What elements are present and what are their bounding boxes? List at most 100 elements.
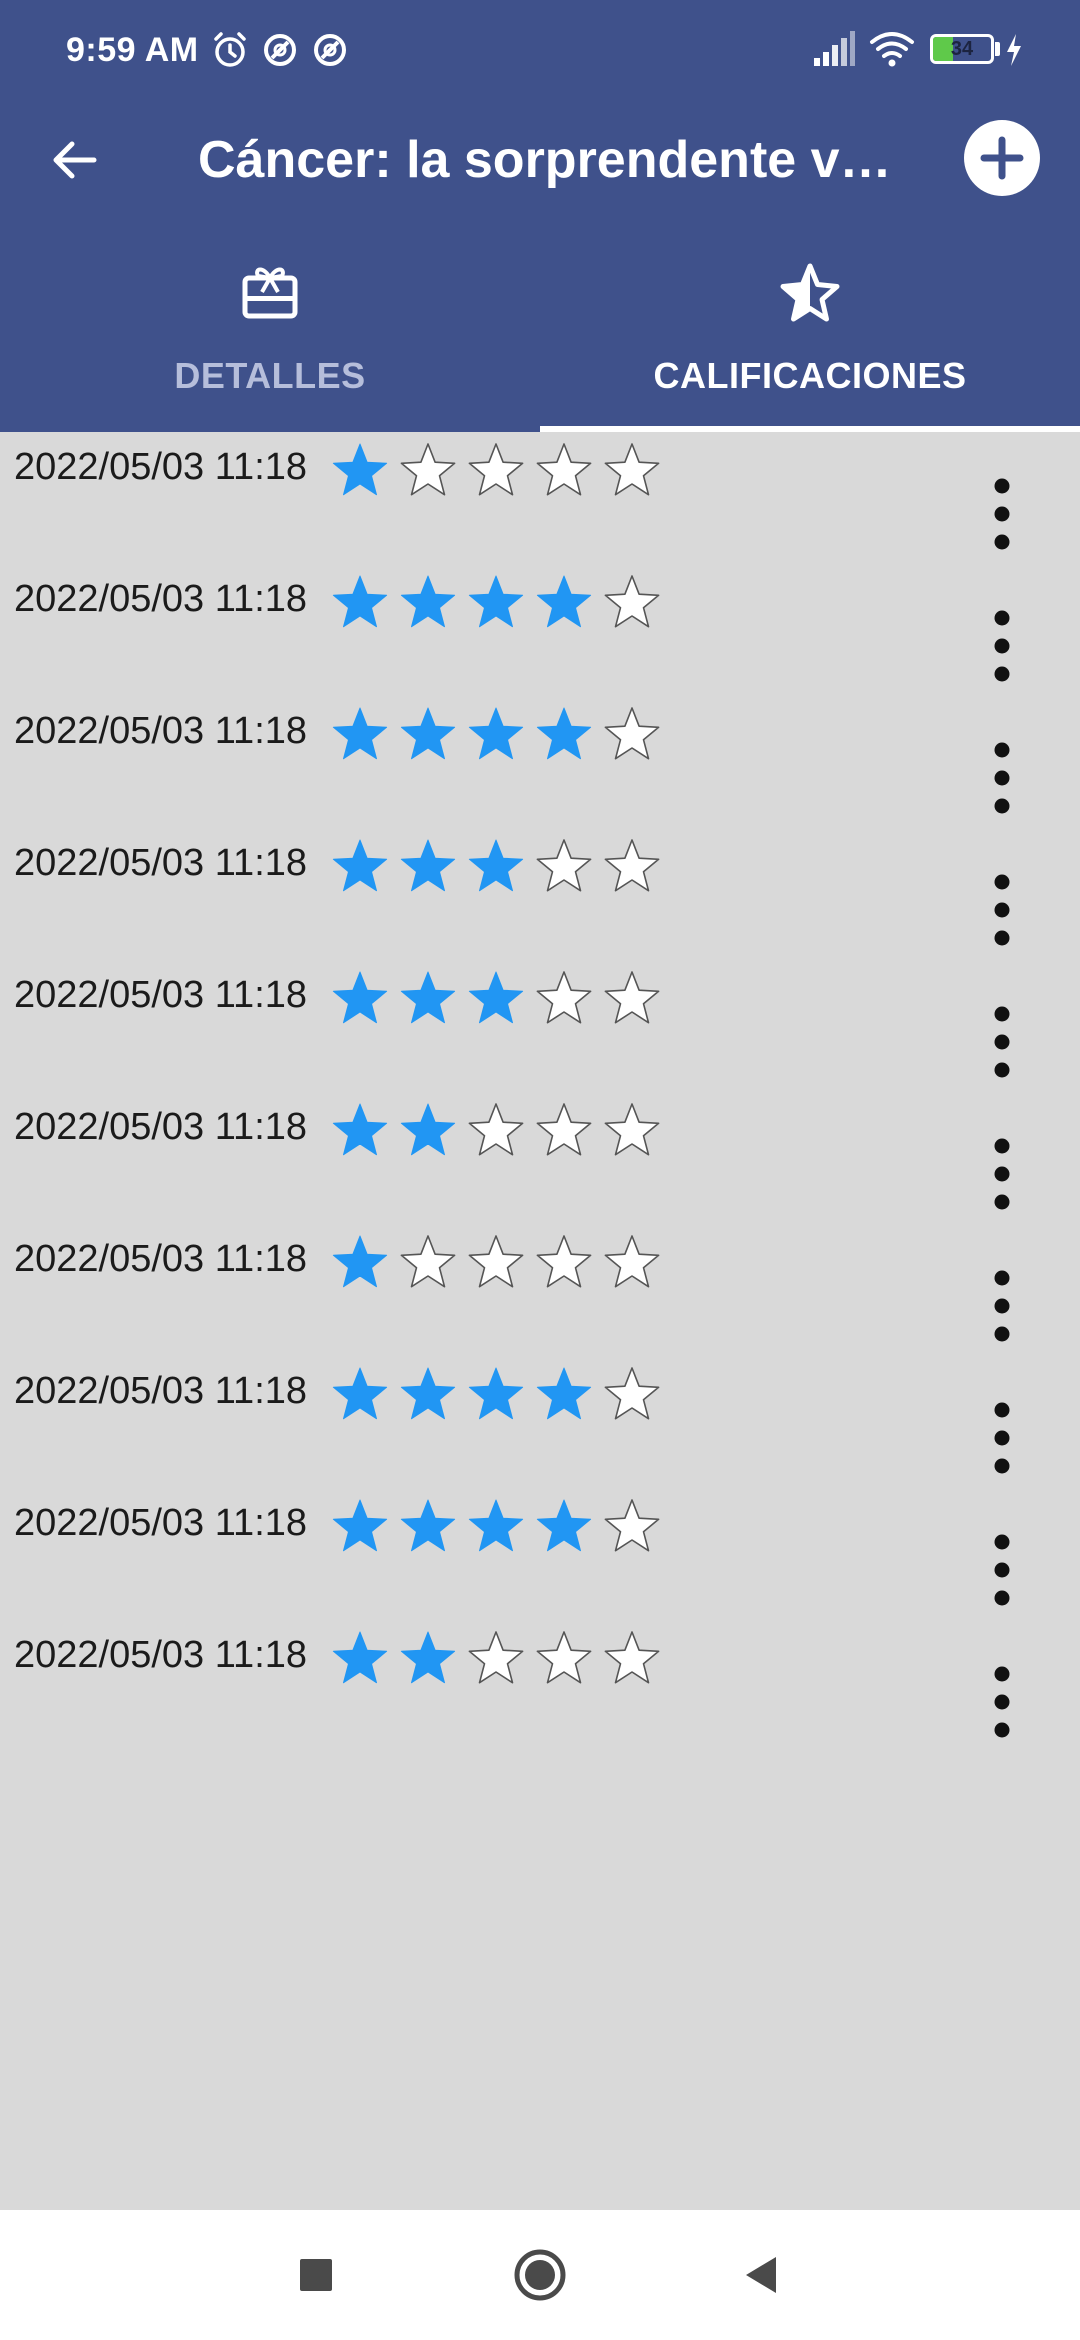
recents-square-icon[interactable]: [286, 2245, 346, 2305]
home-circle-icon[interactable]: [510, 2245, 570, 2305]
tab-bar: DETALLES CALIFICACIONES: [0, 240, 1080, 432]
tab-label: DETALLES: [174, 355, 366, 396]
rating-stars: [332, 1103, 660, 1156]
back-button[interactable]: [30, 116, 118, 204]
star-filled-icon: [536, 575, 592, 628]
star-empty-icon: [468, 1631, 524, 1684]
rating-date: 2022/05/03 11:18: [14, 842, 308, 884]
alarm-icon: [214, 32, 246, 67]
star-filled-icon: [468, 971, 524, 1024]
more-vert-icon[interactable]: [972, 608, 1032, 684]
rating-row[interactable]: 2022/05/03 11:18: [0, 828, 1080, 960]
back-triangle-icon[interactable]: [732, 2245, 792, 2305]
rating-date: 2022/05/03 11:18: [14, 1106, 308, 1148]
star-empty-icon: [468, 443, 524, 496]
more-vert-icon[interactable]: [972, 1268, 1032, 1344]
rating-date: 2022/05/03 11:18: [14, 578, 308, 620]
rating-stars: [332, 707, 660, 760]
star-empty-icon: [604, 971, 660, 1024]
star-filled-icon: [468, 575, 524, 628]
rating-date: 2022/05/03 11:18: [14, 974, 308, 1016]
rating-row[interactable]: 2022/05/03 11:18: [0, 960, 1080, 1092]
rating-stars: [332, 1631, 660, 1684]
rating-stars: [332, 1367, 660, 1420]
tab-detalles[interactable]: DETALLES: [0, 240, 540, 432]
rating-row[interactable]: 2022/05/03 11:18: [0, 1620, 1080, 1752]
rating-stars: [332, 971, 660, 1024]
sync-off-icon: [314, 34, 346, 66]
star-filled-icon: [400, 1103, 456, 1156]
star-half-icon: [780, 263, 840, 322]
wifi-icon: [870, 32, 914, 67]
star-filled-icon: [400, 1367, 456, 1420]
star-empty-icon: [468, 1103, 524, 1156]
star-filled-icon: [332, 1499, 388, 1552]
arrow-back-icon: [53, 141, 97, 179]
more-vert-icon[interactable]: [972, 1532, 1032, 1608]
star-filled-icon: [536, 707, 592, 760]
signal-icon: [814, 31, 855, 66]
rating-date: 2022/05/03 11:18: [14, 1238, 308, 1280]
star-empty-icon: [604, 839, 660, 892]
rating-stars: [332, 839, 660, 892]
status-bar: 9:59 AM 34: [0, 0, 1080, 100]
rating-row[interactable]: 2022/05/03 11:18: [0, 432, 1080, 564]
toolbar: Cáncer: la sorprendente verdad sobre la …: [0, 100, 1080, 220]
rating-date: 2022/05/03 11:18: [14, 1370, 308, 1412]
star-filled-icon: [400, 1499, 456, 1552]
star-empty-icon: [604, 443, 660, 496]
more-vert-icon[interactable]: [972, 1004, 1032, 1080]
status-time: 9:59 AM: [66, 31, 199, 69]
rating-row[interactable]: 2022/05/03 11:18: [0, 1356, 1080, 1488]
more-vert-icon[interactable]: [972, 872, 1032, 948]
more-vert-icon[interactable]: [972, 1400, 1032, 1476]
page-title: Cáncer: la sorprendente verdad sobre la …: [198, 131, 918, 189]
star-empty-icon: [604, 1631, 660, 1684]
battery-icon: 34: [930, 34, 994, 64]
star-filled-icon: [332, 839, 388, 892]
more-vert-icon[interactable]: [972, 476, 1032, 552]
rating-stars: [332, 443, 660, 496]
star-empty-icon: [536, 1235, 592, 1288]
card-giftcard-icon: [242, 267, 298, 319]
add-button[interactable]: [962, 118, 1042, 198]
more-vert-icon[interactable]: [972, 1664, 1032, 1740]
star-filled-icon: [400, 707, 456, 760]
battery-level-text: 34: [950, 38, 974, 60]
star-empty-icon: [536, 971, 592, 1024]
rating-row[interactable]: 2022/05/03 11:18: [0, 1224, 1080, 1356]
more-vert-icon[interactable]: [972, 740, 1032, 816]
star-filled-icon: [400, 1631, 456, 1684]
rating-row[interactable]: 2022/05/03 11:18: [0, 1092, 1080, 1224]
star-empty-icon: [400, 1235, 456, 1288]
star-empty-icon: [536, 839, 592, 892]
system-nav-bar: [0, 2210, 1080, 2340]
star-empty-icon: [604, 1103, 660, 1156]
star-filled-icon: [400, 575, 456, 628]
star-filled-icon: [400, 971, 456, 1024]
star-empty-icon: [604, 1499, 660, 1552]
rating-stars: [332, 1235, 660, 1288]
star-empty-icon: [604, 1367, 660, 1420]
star-filled-icon: [468, 707, 524, 760]
tab-label: CALIFICACIONES: [653, 355, 967, 396]
rating-row[interactable]: 2022/05/03 11:18: [0, 564, 1080, 696]
tab-calificaciones[interactable]: CALIFICACIONES: [540, 240, 1080, 432]
rating-date: 2022/05/03 11:18: [14, 446, 308, 488]
star-filled-icon: [332, 1367, 388, 1420]
star-filled-icon: [332, 443, 388, 496]
star-empty-icon: [604, 707, 660, 760]
star-empty-icon: [536, 1103, 592, 1156]
rating-row[interactable]: 2022/05/03 11:18: [0, 1488, 1080, 1620]
star-filled-icon: [332, 1235, 388, 1288]
star-empty-icon: [400, 443, 456, 496]
rating-row[interactable]: 2022/05/03 11:18: [0, 696, 1080, 828]
star-filled-icon: [536, 1367, 592, 1420]
charging-icon: [1007, 34, 1021, 66]
star-filled-icon: [468, 1367, 524, 1420]
rating-date: 2022/05/03 11:18: [14, 710, 308, 752]
rating-date: 2022/05/03 11:18: [14, 1634, 308, 1676]
star-filled-icon: [468, 839, 524, 892]
more-vert-icon[interactable]: [972, 1136, 1032, 1212]
star-empty-icon: [536, 443, 592, 496]
